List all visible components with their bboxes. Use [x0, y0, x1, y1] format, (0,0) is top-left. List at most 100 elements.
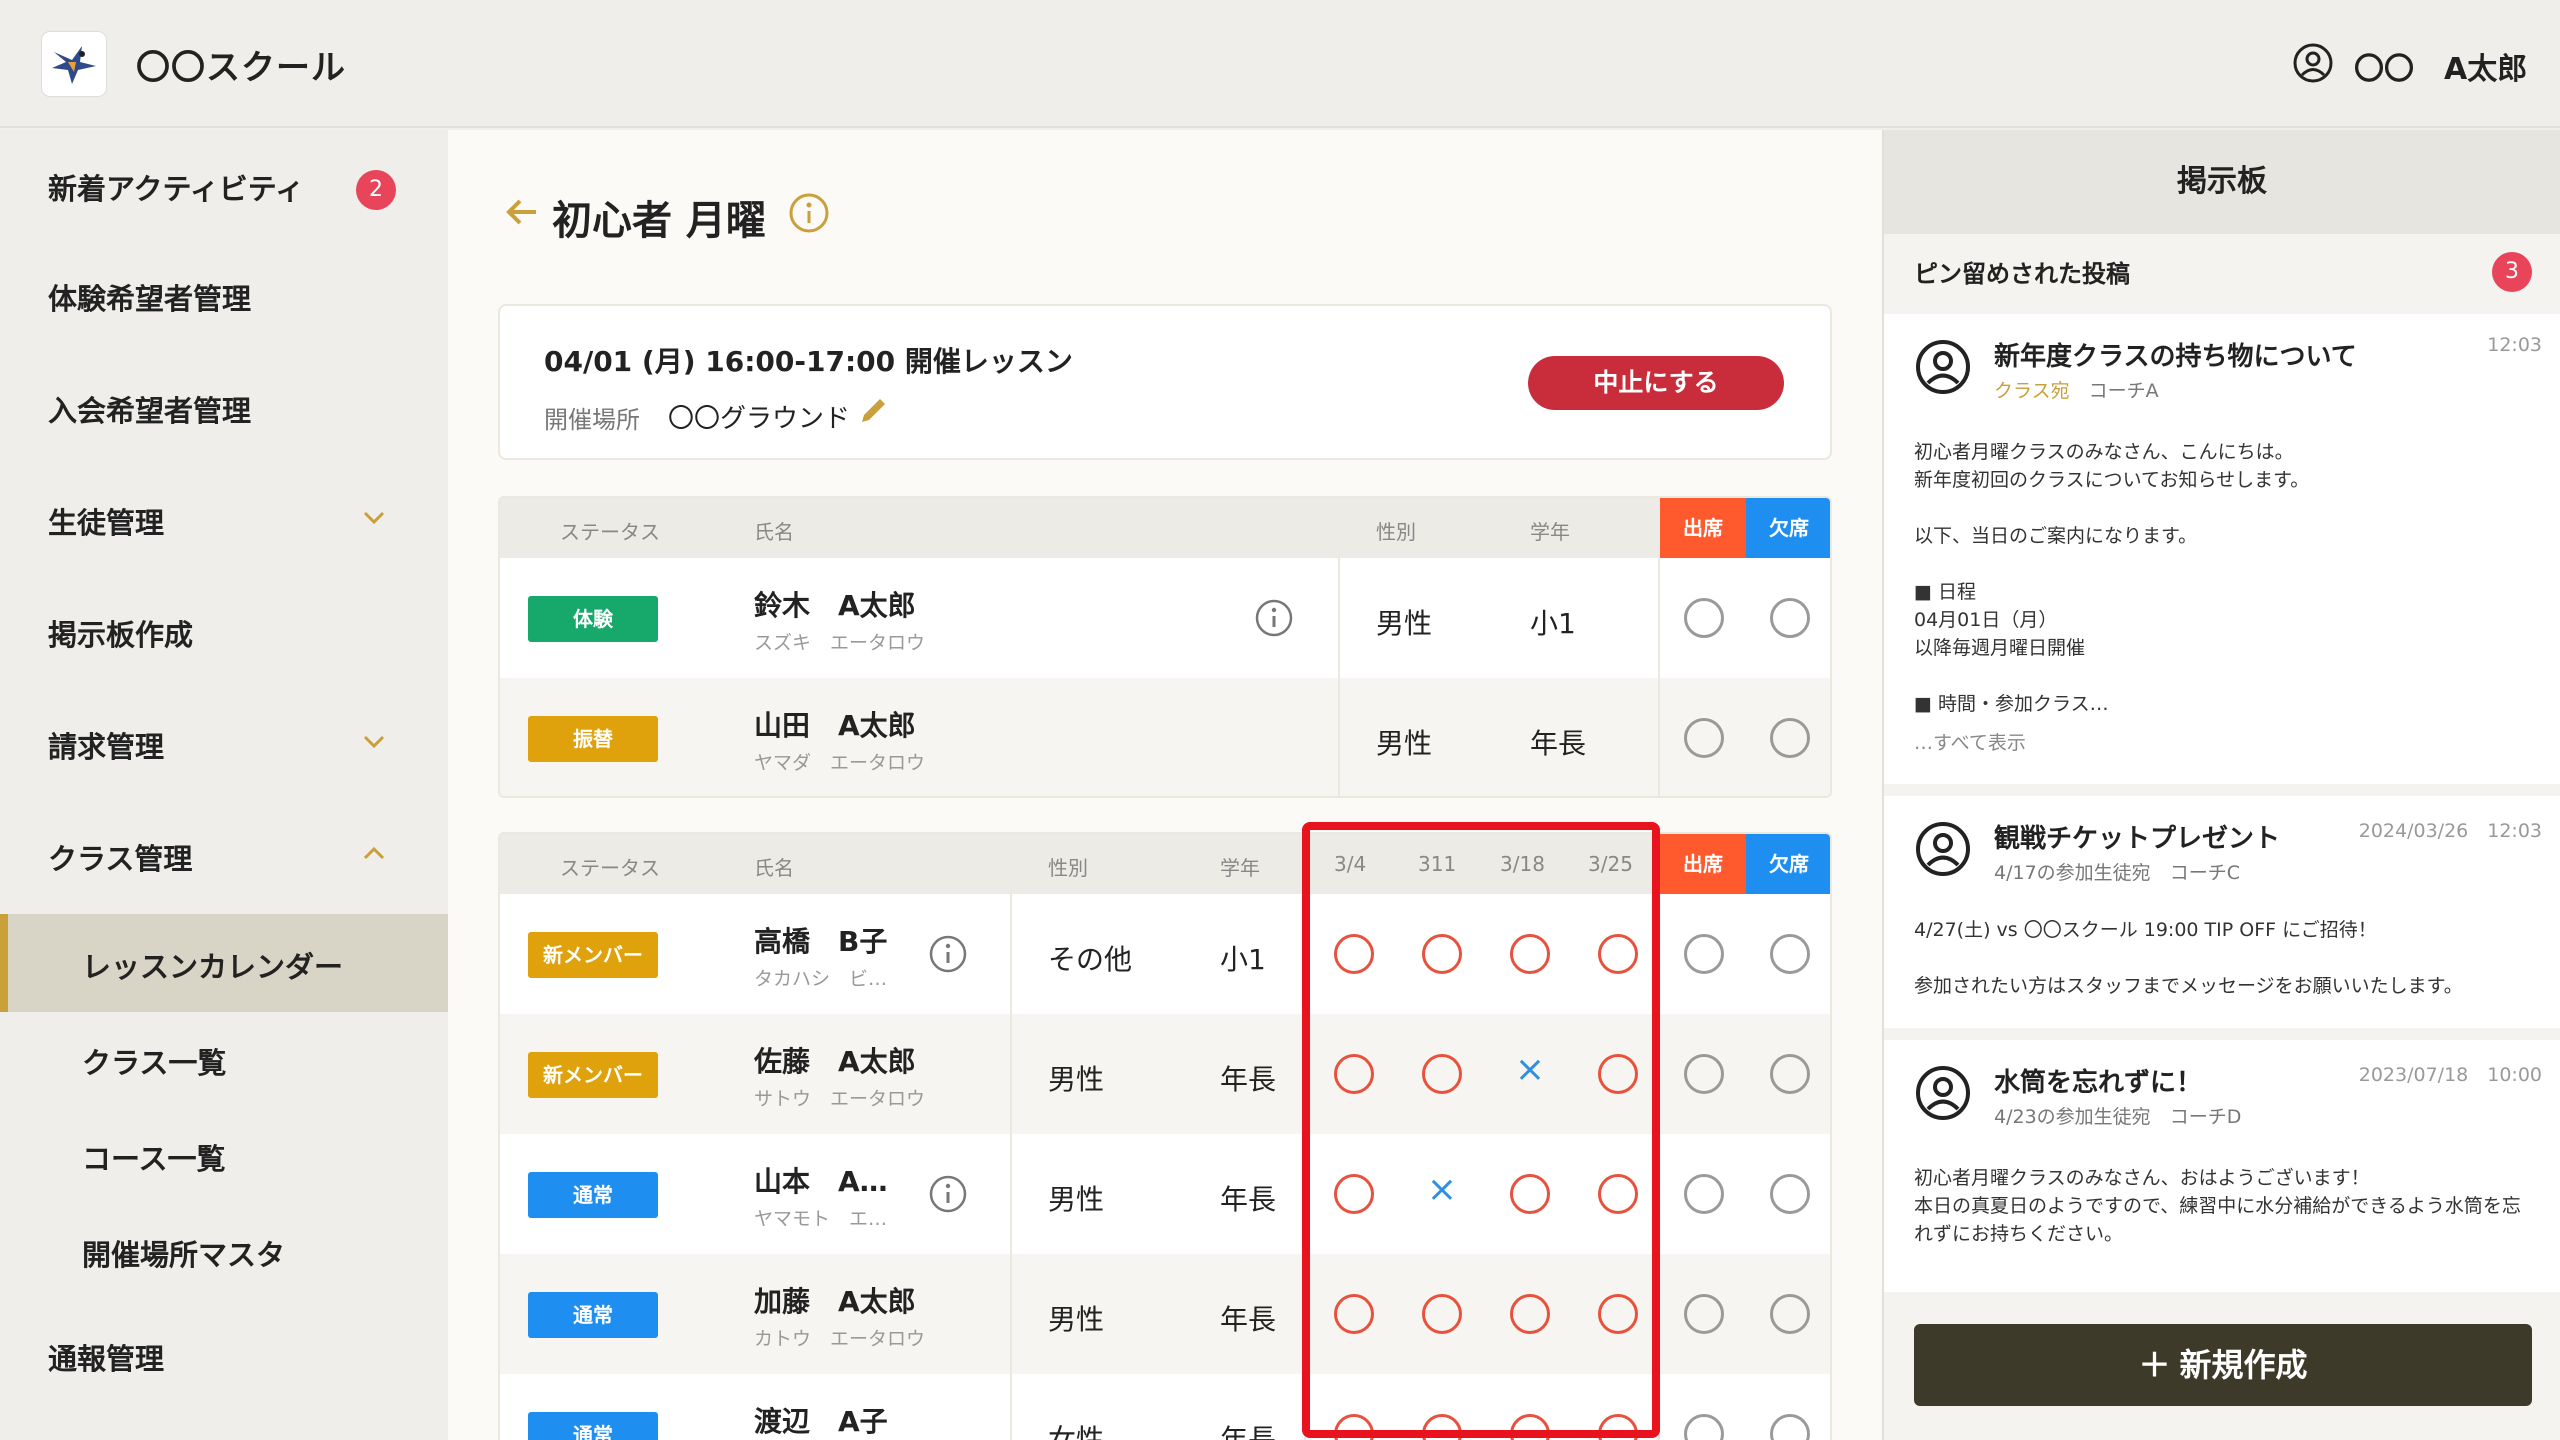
- attended-mark: [1598, 1294, 1638, 1334]
- status-badge: 通常: [528, 1172, 658, 1218]
- show-all-link[interactable]: …すべて表示: [1914, 728, 2026, 755]
- sidebar-item-venue-master[interactable]: 開催場所マスタ: [0, 1206, 448, 1296]
- absent-radio[interactable]: [1770, 1414, 1810, 1440]
- status-badge: 新メンバー: [528, 932, 658, 978]
- status-badge: 通常: [528, 1412, 658, 1440]
- sidebar-item-course-list[interactable]: コース一覧: [0, 1110, 448, 1200]
- gender-cell: その他: [1048, 943, 1133, 976]
- table-row[interactable]: 体験 鈴木 A太郎 スズキ エータロウ 男性 小1: [500, 558, 1830, 678]
- info-icon[interactable]: [928, 934, 968, 974]
- student-kana: サトウ エータロウ: [754, 1088, 926, 1110]
- sidebar-item-students[interactable]: 生徒管理: [0, 474, 448, 564]
- present-radio[interactable]: [1684, 1414, 1724, 1440]
- student-kana: ヤマダ エータロウ: [754, 752, 926, 774]
- user-name[interactable]: 〇〇 A太郎: [2354, 44, 2527, 88]
- sidebar-item-label: 体験希望者管理: [48, 282, 252, 316]
- attended-mark: [1334, 1294, 1374, 1334]
- column-header-name: 氏名: [754, 520, 794, 544]
- back-arrow-icon[interactable]: [502, 192, 542, 232]
- table-row[interactable]: 通常 加藤 A太郎 カトウ エータロウ 男性 年長: [500, 1254, 1830, 1374]
- column-header-status: ステータス: [560, 856, 660, 880]
- column-header-gender: 性別: [1376, 520, 1416, 544]
- post-audience: 4/17の参加生徒宛: [1994, 862, 2151, 884]
- sidebar-item-lesson-calendar[interactable]: レッスンカレンダー: [0, 914, 448, 1012]
- post-author: コーチA: [2088, 380, 2159, 402]
- post-body: 4/27(土) vs 〇〇スクール 19:00 TIP OFF にご招待！ 参加…: [1914, 919, 2463, 997]
- attended-mark: [1510, 1414, 1550, 1440]
- table-row[interactable]: 新メンバー 佐藤 A太郎 サトウ エータロウ 男性 年長 ×: [500, 1014, 1830, 1134]
- info-icon[interactable]: [928, 1174, 968, 1214]
- table-row[interactable]: 通常 山本 A… ヤマモト エ… 男性 年長 ×: [500, 1134, 1830, 1254]
- attended-mark: [1598, 1414, 1638, 1440]
- user-avatar-icon: [1916, 822, 1970, 876]
- absent-radio[interactable]: [1770, 718, 1810, 758]
- post-card[interactable]: 水筒を忘れずに！ 4/23の参加生徒宛 コーチD 2023/07/18 10:0…: [1884, 1040, 2560, 1292]
- present-radio[interactable]: [1684, 1294, 1724, 1334]
- column-divider: [1658, 894, 1660, 1014]
- location-label: 開催場所: [544, 406, 640, 434]
- student-name: 高橋 B子: [754, 925, 888, 958]
- attended-mark: [1510, 1174, 1550, 1214]
- absent-radio[interactable]: [1770, 934, 1810, 974]
- sidebar-item-label: 掲示板作成: [48, 618, 194, 652]
- student-name: 山本 A…: [754, 1165, 888, 1198]
- page-title: 初心者 月曜: [552, 198, 766, 244]
- notification-badge: 2: [356, 170, 396, 210]
- cancel-lesson-button[interactable]: 中止にする: [1528, 356, 1784, 410]
- user-avatar-icon[interactable]: [2292, 42, 2334, 84]
- school-logo[interactable]: [42, 32, 106, 96]
- table-row[interactable]: 新メンバー 高橋 B子 タカハシ ビ… その他 小1: [500, 894, 1830, 1014]
- sidebar-item-board-create[interactable]: 掲示板作成: [0, 586, 448, 676]
- sidebar-item-billing[interactable]: 請求管理: [0, 698, 448, 788]
- sidebar-item-class-list[interactable]: クラス一覧: [0, 1014, 448, 1104]
- sidebar-item-label: クラス一覧: [82, 1046, 227, 1080]
- post-card[interactable]: 観戦チケットプレゼント 4/17の参加生徒宛 コーチC 2024/03/26 1…: [1884, 796, 2560, 1028]
- absent-radio[interactable]: [1770, 1294, 1810, 1334]
- post-timestamp: 12:03: [2487, 334, 2542, 356]
- sidebar-item-class-management[interactable]: クラス管理: [0, 810, 448, 900]
- present-radio[interactable]: [1684, 1174, 1724, 1214]
- column-header-date: 311: [1418, 852, 1457, 876]
- table-row[interactable]: 通常 渡辺 A子 女性 年長: [500, 1374, 1830, 1440]
- sidebar-item-reports[interactable]: 通報管理: [0, 1310, 448, 1400]
- present-radio[interactable]: [1684, 1054, 1724, 1094]
- absent-radio[interactable]: [1770, 1174, 1810, 1214]
- column-header-absent[interactable]: 欠席: [1746, 498, 1830, 558]
- absent-radio[interactable]: [1770, 1054, 1810, 1094]
- column-header-present[interactable]: 出席: [1660, 498, 1746, 558]
- info-icon[interactable]: [788, 192, 830, 234]
- school-name: 〇〇スクール: [136, 48, 346, 88]
- member-student-table: ステータス 氏名 性別 学年 3/4 311 3/18 3/25 出席 欠席 新…: [498, 832, 1832, 1440]
- table-row[interactable]: 振替 山田 A太郎 ヤマダ エータロウ 男性 年長: [500, 678, 1830, 796]
- present-radio[interactable]: [1684, 934, 1724, 974]
- sidebar-item-label: 開催場所マスタ: [82, 1238, 286, 1272]
- student-kana: スズキ エータロウ: [754, 632, 926, 654]
- post-card[interactable]: 新年度クラスの持ち物について クラス宛 コーチA 12:03 初心者月曜クラスの…: [1884, 314, 2560, 784]
- sidebar-item-new-activity[interactable]: 新着アクティビティ 2: [0, 140, 448, 230]
- column-header-absent[interactable]: 欠席: [1746, 834, 1830, 894]
- column-header-present[interactable]: 出席: [1660, 834, 1746, 894]
- sidebar-item-join-applicants[interactable]: 入会希望者管理: [0, 362, 448, 452]
- post-meta: 4/17の参加生徒宛 コーチC: [1994, 858, 2240, 885]
- column-divider: [1658, 1134, 1660, 1254]
- sidebar-item-trial-applicants[interactable]: 体験希望者管理: [0, 250, 448, 340]
- table-header: ステータス 氏名 性別 学年 出席 欠席: [500, 498, 1830, 558]
- absent-radio[interactable]: [1770, 598, 1810, 638]
- gender-cell: 男性: [1048, 1063, 1105, 1096]
- column-divider: [1304, 1134, 1306, 1254]
- pencil-icon[interactable]: [856, 394, 890, 428]
- info-icon[interactable]: [1254, 598, 1294, 638]
- sidebar: 新着アクティビティ 2 体験希望者管理 入会希望者管理 生徒管理 掲示板作成 請…: [0, 130, 448, 1440]
- new-post-button[interactable]: ＋ 新規作成: [1914, 1324, 2532, 1406]
- present-radio[interactable]: [1684, 598, 1724, 638]
- status-badge: 新メンバー: [528, 1052, 658, 1098]
- column-divider: [1010, 1374, 1012, 1440]
- location-value: 〇〇グラウンド: [668, 404, 851, 434]
- column-header-name: 氏名: [754, 856, 794, 880]
- sidebar-item-label: レッスンカレンダー: [82, 950, 344, 984]
- chevron-down-icon: [363, 735, 385, 749]
- present-radio[interactable]: [1684, 718, 1724, 758]
- post-timestamp: 2023/07/18 10:00: [2358, 1064, 2542, 1086]
- user-avatar-icon: [1916, 340, 1970, 394]
- column-divider: [1304, 894, 1306, 1014]
